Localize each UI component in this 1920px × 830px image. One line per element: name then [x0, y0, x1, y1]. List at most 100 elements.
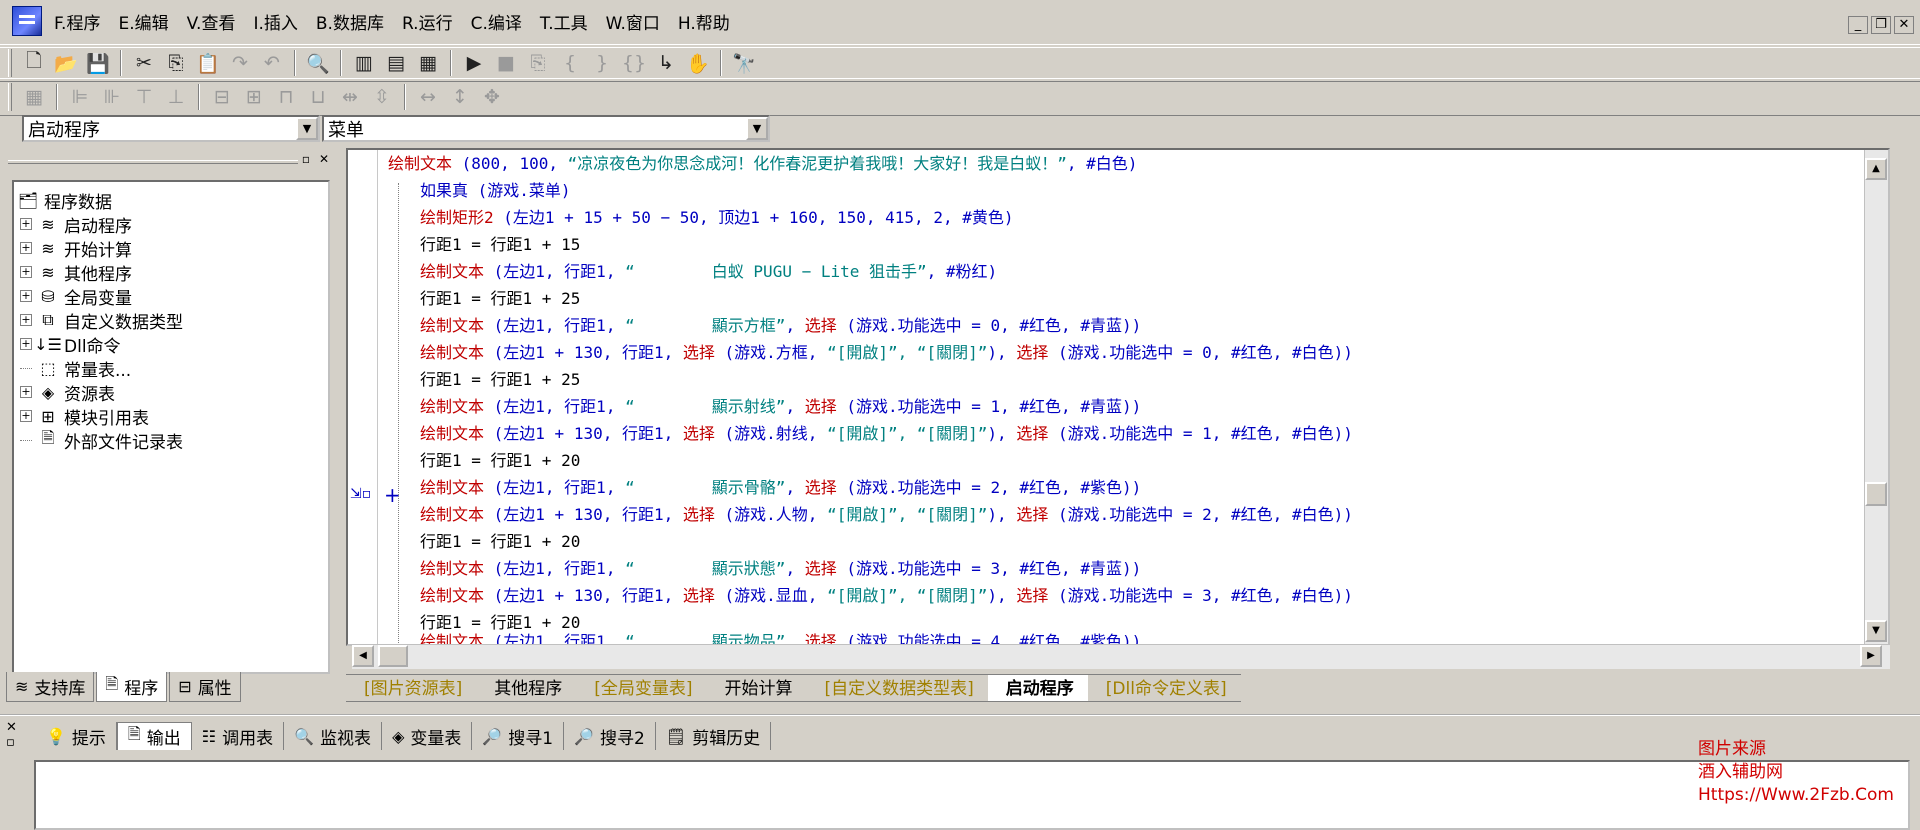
code-line[interactable]: 行距1 = 行距1 + 25: [388, 366, 1868, 393]
tab-custom-types[interactable]: [自定义数据类型表]: [806, 674, 988, 702]
expand-icon[interactable]: +: [20, 410, 32, 422]
tree-item-external[interactable]: 🗎 外部文件记录表: [14, 428, 328, 453]
run-icon[interactable]: ▶: [458, 49, 490, 77]
menu-database[interactable]: B.数据库: [314, 0, 386, 48]
menu-insert[interactable]: I.插入: [251, 0, 299, 48]
align-bottom-icon[interactable]: ⊥: [160, 83, 192, 111]
tree-item-modules[interactable]: + ⊞ 模块引用表: [14, 404, 328, 429]
hand-icon[interactable]: ✋: [682, 49, 714, 77]
code-line[interactable]: 行距1 = 行距1 + 20: [388, 447, 1868, 474]
expand-icon[interactable]: +: [20, 314, 32, 326]
menu-window[interactable]: W.窗口: [604, 0, 662, 48]
scroll-up-icon[interactable]: ▲: [1865, 158, 1887, 180]
vertical-scrollbar[interactable]: ▲ ▼: [1864, 150, 1888, 644]
same-height-icon[interactable]: ⊔: [302, 83, 334, 111]
tab-program[interactable]: 🗎 程序: [96, 672, 168, 702]
layout-1-icon[interactable]: ▥: [348, 49, 380, 77]
save-icon[interactable]: 💾: [82, 49, 114, 77]
new-file-icon[interactable]: 🗋: [18, 49, 50, 77]
output-area[interactable]: [34, 760, 1910, 830]
expand-icon[interactable]: +: [20, 338, 32, 350]
menu-help[interactable]: H.帮助: [676, 0, 732, 48]
tab-output[interactable]: 🗎 输出: [116, 722, 192, 750]
resize-both-icon[interactable]: ✥: [476, 83, 508, 111]
tab-watch[interactable]: 🔍 监视表: [284, 722, 383, 750]
tree-item-constants[interactable]: ⬚ 常量表...: [14, 356, 328, 381]
undo-icon[interactable]: ↶: [256, 49, 288, 77]
code-line[interactable]: 绘制文本 (左边1 + 130, 行距1, 选择 (游戏.方框, “[開啟]”,…: [388, 339, 1868, 366]
redo-icon[interactable]: ↷: [224, 49, 256, 77]
expand-icon[interactable]: +: [20, 386, 32, 398]
tab-support-library[interactable]: ≋ 支持库: [6, 672, 95, 702]
open-folder-icon[interactable]: 📂: [50, 49, 82, 77]
step-into-icon[interactable]: {: [554, 49, 586, 77]
chevron-down-icon[interactable]: ▼: [746, 117, 768, 140]
code-line[interactable]: 绘制矩形2 (左边1 + 15 + 50 − 50, 顶边1 + 160, 15…: [388, 204, 1868, 231]
align-grid-icon[interactable]: ▦: [18, 83, 50, 111]
chevron-down-icon[interactable]: ▼: [296, 117, 318, 140]
tab-call-stack[interactable]: ☷ 调用表: [192, 722, 285, 750]
scroll-right-icon[interactable]: ▶: [1860, 645, 1882, 667]
restore-icon[interactable]: ❐: [1871, 16, 1891, 34]
tree-item-other[interactable]: + ≋ 其他程序: [14, 260, 328, 285]
menu-view[interactable]: V.查看: [185, 0, 238, 48]
space-h-icon[interactable]: ⇹: [334, 83, 366, 111]
subprogram-combo[interactable]: 启动程序 ▼: [22, 115, 320, 142]
align-left-icon[interactable]: ⊫: [64, 83, 96, 111]
tab-hint[interactable]: 💡 提示: [36, 722, 117, 750]
code-editor[interactable]: ⇲▫ + 绘制文本 (800, 100, “凉凉夜色为你思念成河！化作春泥更护着…: [346, 148, 1890, 646]
hscroll-thumb[interactable]: [378, 645, 408, 667]
tree-item-globals[interactable]: + ⛁ 全局变量: [14, 284, 328, 309]
code-line[interactable]: 如果真 (游戏.菜单): [388, 177, 1868, 204]
tab-startup-program[interactable]: 启动程序: [987, 674, 1088, 702]
code-line[interactable]: 绘制文本 (左边1, 行距1, “ 顯示骨骼”, 选择 (游戏.功能选中 = 2…: [388, 474, 1868, 501]
paste-icon[interactable]: 📋: [192, 49, 224, 77]
run-to-cursor-icon[interactable]: ↳: [650, 49, 682, 77]
code-line[interactable]: 绘制文本 (800, 100, “凉凉夜色为你思念成河！化作春泥更护着我哦！大家…: [388, 150, 1868, 177]
horizontal-scrollbar[interactable]: ◀ ▶: [352, 645, 1890, 669]
code-line[interactable]: 绘制文本 (左边1, 行距1, “ 顯示方框”, 选择 (游戏.功能选中 = 0…: [388, 312, 1868, 339]
tab-variables[interactable]: ◈ 变量表: [382, 722, 473, 750]
expand-icon[interactable]: +: [20, 266, 32, 278]
menu-compile[interactable]: C.编译: [469, 0, 524, 48]
menu-tools[interactable]: T.工具: [538, 0, 590, 48]
scroll-thumb[interactable]: [1865, 482, 1887, 506]
menu-edit[interactable]: E.编辑: [116, 0, 170, 48]
tree-item-startup[interactable]: + ≋ 启动程序: [14, 212, 328, 237]
tab-clip-history[interactable]: 🗒 剪辑历史: [656, 722, 772, 750]
step-out-icon[interactable]: {}: [618, 49, 650, 77]
tab-global-vars[interactable]: [全局变量表]: [576, 674, 707, 702]
center-h-icon[interactable]: ⊟: [206, 83, 238, 111]
tree-item-types[interactable]: + ⧉ 自定义数据类型: [14, 308, 328, 333]
layout-2-icon[interactable]: ▤: [380, 49, 412, 77]
menu-program[interactable]: F.程序: [52, 0, 102, 48]
breakpoint-marker-icon[interactable]: ⇲▫: [350, 486, 371, 502]
layout-3-icon[interactable]: ▦: [412, 49, 444, 77]
scroll-down-icon[interactable]: ▼: [1865, 620, 1887, 642]
tab-search1[interactable]: 🔎 搜寻1: [472, 722, 565, 750]
resize-v-icon[interactable]: ↕: [444, 83, 476, 111]
code-line[interactable]: 绘制文本 (左边1, 行距1, “ 顯示物品”, 选择 (游戏.功能选中 = 4…: [388, 628, 1868, 644]
tab-search2[interactable]: 🔎 搜寻2: [564, 722, 656, 750]
tab-dll-commands[interactable]: [Dll命令定义表]: [1087, 674, 1241, 702]
step-icon[interactable]: ⎘: [522, 49, 554, 77]
align-top-icon[interactable]: ⊤: [128, 83, 160, 111]
tree-item-dll[interactable]: + ↓☰ Dll命令: [14, 332, 328, 357]
minimize-icon[interactable]: _: [1848, 16, 1868, 34]
space-v-icon[interactable]: ⇳: [366, 83, 398, 111]
cut-icon[interactable]: ✂: [128, 49, 160, 77]
expand-icon[interactable]: +: [20, 242, 32, 254]
tab-other-programs[interactable]: 其他程序: [476, 674, 577, 702]
tab-image-resources[interactable]: [图片资源表]: [346, 674, 477, 702]
copy-icon[interactable]: ⎘: [160, 49, 192, 77]
align-right-icon[interactable]: ⊪: [96, 83, 128, 111]
tab-start-calc[interactable]: 开始计算: [706, 674, 807, 702]
code-line[interactable]: 绘制文本 (左边1 + 130, 行距1, 选择 (游戏.显血, “[開啟]”,…: [388, 582, 1868, 609]
scroll-left-icon[interactable]: ◀: [352, 645, 374, 667]
method-combo[interactable]: 菜单 ▼: [322, 115, 770, 142]
code-line[interactable]: 绘制文本 (左边1 + 130, 行距1, 选择 (游戏.射线, “[開啟]”,…: [388, 420, 1868, 447]
code-line[interactable]: 行距1 = 行距1 + 15: [388, 231, 1868, 258]
toolbar-grip[interactable]: [8, 49, 12, 77]
tree-item-calc[interactable]: + ≋ 开始计算: [14, 236, 328, 261]
stop-icon[interactable]: ■: [490, 49, 522, 77]
